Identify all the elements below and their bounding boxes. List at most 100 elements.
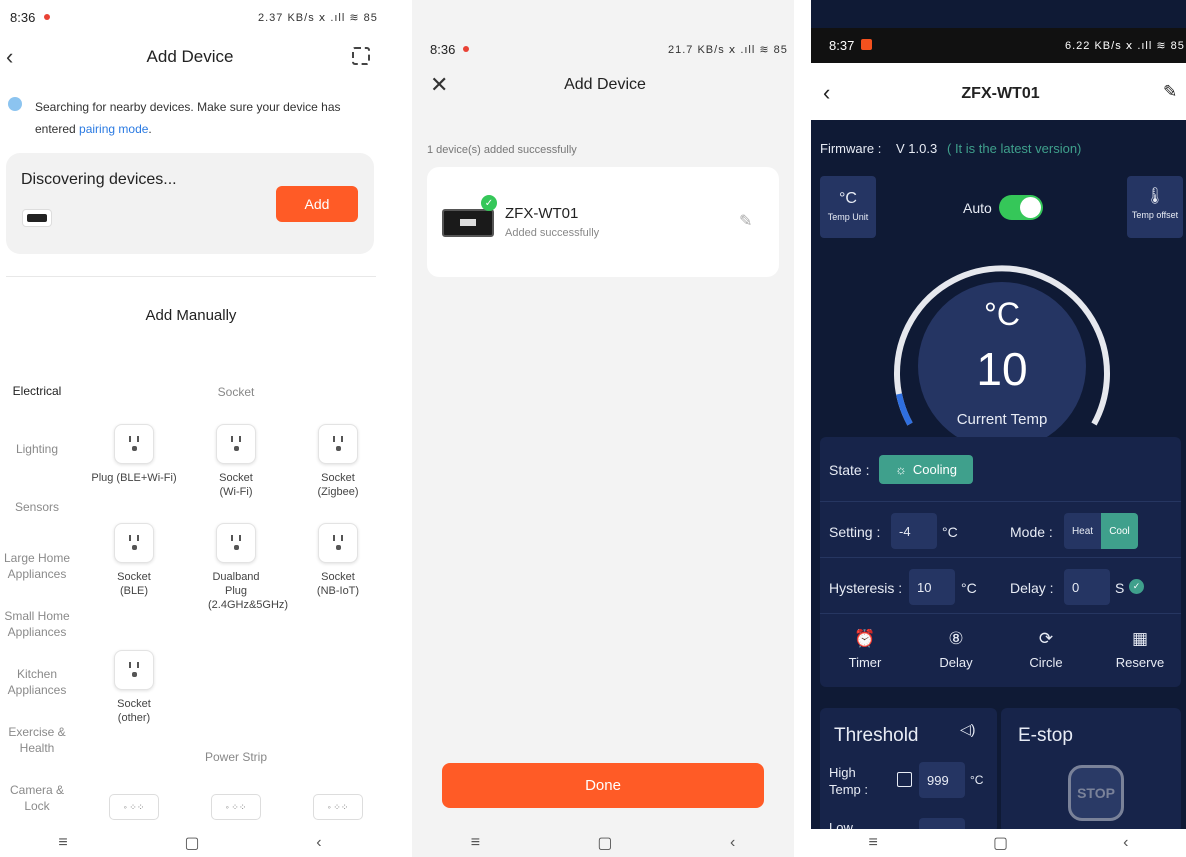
power-strip-icon[interactable]: ◦ ⁘⁘ xyxy=(313,794,363,820)
high-temp-checkbox[interactable] xyxy=(897,772,912,787)
estop-title: E-stop xyxy=(1018,725,1073,746)
device-label: Socket (NB-IoT) xyxy=(316,571,360,597)
success-check-icon: ✓ xyxy=(481,195,497,211)
back-nav-icon[interactable]: ‹ xyxy=(1123,834,1128,852)
divider xyxy=(820,557,1181,558)
power-strip-icon[interactable]: ◦ ⁘⁘ xyxy=(109,794,159,820)
stop-sign-icon[interactable]: STOP xyxy=(1068,765,1124,821)
socket-icon[interactable] xyxy=(114,650,154,690)
divider xyxy=(820,501,1181,502)
reserve-button[interactable]: ▦ Reserve xyxy=(1108,629,1172,670)
search-hint: Searching for nearby devices. Make sure … xyxy=(35,96,365,140)
delay-input[interactable]: 0 xyxy=(1064,569,1110,605)
category-kitchen[interactable]: Kitchen Appliances xyxy=(0,666,74,698)
action-label: Circle xyxy=(1029,655,1063,670)
state-label: State : xyxy=(829,462,870,478)
home-icon[interactable]: ▢ xyxy=(597,833,612,853)
circle-button[interactable]: ⟳ Circle xyxy=(1017,629,1075,670)
setting-label: Setting : xyxy=(829,524,881,540)
home-icon[interactable]: ▢ xyxy=(993,833,1008,853)
state-value: Cooling xyxy=(912,462,957,477)
action-label: Reserve xyxy=(1115,655,1165,670)
setting-unit: °C xyxy=(942,524,958,540)
high-temp-label: High Temp : xyxy=(829,765,869,797)
system-nav-bar: ≡ ▢ ‹ xyxy=(811,829,1186,857)
divider xyxy=(6,276,376,277)
socket-icon[interactable] xyxy=(216,424,256,464)
temp-unit-symbol: °C xyxy=(839,190,857,207)
mode-heat-button[interactable]: Heat xyxy=(1064,513,1101,549)
temp-unit-button[interactable]: °C Temp Unit xyxy=(820,176,876,238)
device-title: ZFX-WT01 xyxy=(961,85,1040,102)
thermostat-thumbnail-icon xyxy=(442,209,494,237)
device-label: Dualband Plug (2.4GHz&5GHz) xyxy=(208,571,289,611)
socket-icon[interactable] xyxy=(318,523,358,563)
search-hint-period: . xyxy=(148,122,152,136)
back-nav-icon[interactable]: ‹ xyxy=(730,834,735,852)
add-device-screen: 8:36 2.37 KB/s ⅹ .ıll ≋ 85 ‹ Add Device … xyxy=(0,0,380,857)
status-time: 8:37 xyxy=(829,38,855,53)
socket-icon[interactable] xyxy=(114,523,154,563)
power-strip-icon[interactable]: ◦ ⁘⁘ xyxy=(211,794,261,820)
system-nav-bar: ≡ ▢ ‹ xyxy=(0,829,380,857)
edit-icon[interactable]: ✎ xyxy=(739,211,752,231)
category-camera-lock[interactable]: Camera & Lock xyxy=(0,782,74,814)
system-nav-bar: ≡ ▢ ‹ xyxy=(412,829,794,857)
add-device-success-screen: 8:36 21.7 KB/s ⅹ .ıll ≋ 85 ✕ Add Device … xyxy=(412,0,794,857)
pairing-mode-link[interactable]: pairing mode xyxy=(79,122,148,136)
edit-icon[interactable]: ✎ xyxy=(1163,82,1177,102)
category-sensors[interactable]: Sensors xyxy=(0,499,74,515)
socket-icon[interactable] xyxy=(318,424,358,464)
done-button[interactable]: Done xyxy=(442,763,764,808)
speaker-icon[interactable]: ◁) xyxy=(960,721,975,738)
loading-icon xyxy=(8,97,22,111)
gauge-fill xyxy=(896,393,913,426)
menu-icon[interactable]: ≡ xyxy=(58,834,67,852)
delay-button[interactable]: ⑧ Delay xyxy=(927,629,985,670)
state-badge: ☼ Cooling xyxy=(879,455,973,484)
add-button[interactable]: Add xyxy=(276,186,358,222)
scan-icon[interactable] xyxy=(352,47,370,65)
auto-toggle[interactable] xyxy=(999,195,1043,220)
temp-offset-button[interactable]: 🌡 Temp offset xyxy=(1127,176,1183,238)
threshold-panel: Threshold ◁) High Temp : 999 °C Low xyxy=(820,708,997,835)
socket-icon[interactable] xyxy=(114,424,154,464)
discover-label: Discovering devices... xyxy=(21,171,177,188)
category-exercise[interactable]: Exercise & Health xyxy=(0,724,74,756)
menu-icon[interactable]: ≡ xyxy=(869,834,878,852)
firmware-note: ( It is the latest version) xyxy=(947,141,1082,156)
sun-icon: ☼ xyxy=(894,462,907,477)
action-label: Delay xyxy=(939,655,973,670)
app-icon xyxy=(861,39,872,50)
device-label: Socket (Zigbee) xyxy=(317,472,359,498)
confirm-check-icon[interactable]: ✓ xyxy=(1129,579,1144,594)
gauge-label: Current Temp xyxy=(956,411,1048,428)
divider xyxy=(820,613,1181,614)
thermometer-plus-icon: 🌡 xyxy=(1144,188,1166,205)
category-electrical[interactable]: Electrical xyxy=(0,383,74,399)
temp-unit-label: Temp Unit xyxy=(827,212,869,222)
search-hint-line1: Searching for nearby devices. Make sure … xyxy=(35,100,341,114)
socket-icon[interactable] xyxy=(216,523,256,563)
timer-button[interactable]: ⏰ Timer xyxy=(836,629,894,670)
back-nav-icon[interactable]: ‹ xyxy=(316,834,321,852)
menu-icon[interactable]: ≡ xyxy=(471,834,480,852)
cycle-icon: ⟳ xyxy=(1038,629,1054,648)
category-lighting[interactable]: Lighting xyxy=(0,441,74,457)
gauge-unit: °C xyxy=(984,296,1020,332)
delay-label: Delay : xyxy=(1010,580,1054,596)
setting-input[interactable]: -4 xyxy=(891,513,937,549)
device-label: Socket (BLE) xyxy=(117,571,151,597)
delay-unit: S xyxy=(1115,580,1125,596)
estop-panel: E-stop STOP xyxy=(1001,708,1181,833)
hysteresis-input[interactable]: 10 xyxy=(909,569,955,605)
mode-label: Mode : xyxy=(1010,524,1053,540)
mode-cool-button[interactable]: Cool xyxy=(1101,513,1138,549)
category-large-appliances[interactable]: Large Home Appliances xyxy=(0,550,74,582)
category-small-appliances[interactable]: Small Home Appliances xyxy=(0,608,74,640)
device-control-screen: 8:37 6.22 KB/s ⅹ .ıll ≋ 85 ‹ ZFX-WT01 ✎ … xyxy=(811,0,1186,857)
home-icon[interactable]: ▢ xyxy=(184,833,199,853)
high-temp-input[interactable]: 999 xyxy=(919,762,965,798)
stop-sign-text: STOP xyxy=(1077,785,1115,801)
hysteresis-label: Hysteresis : xyxy=(829,580,903,596)
